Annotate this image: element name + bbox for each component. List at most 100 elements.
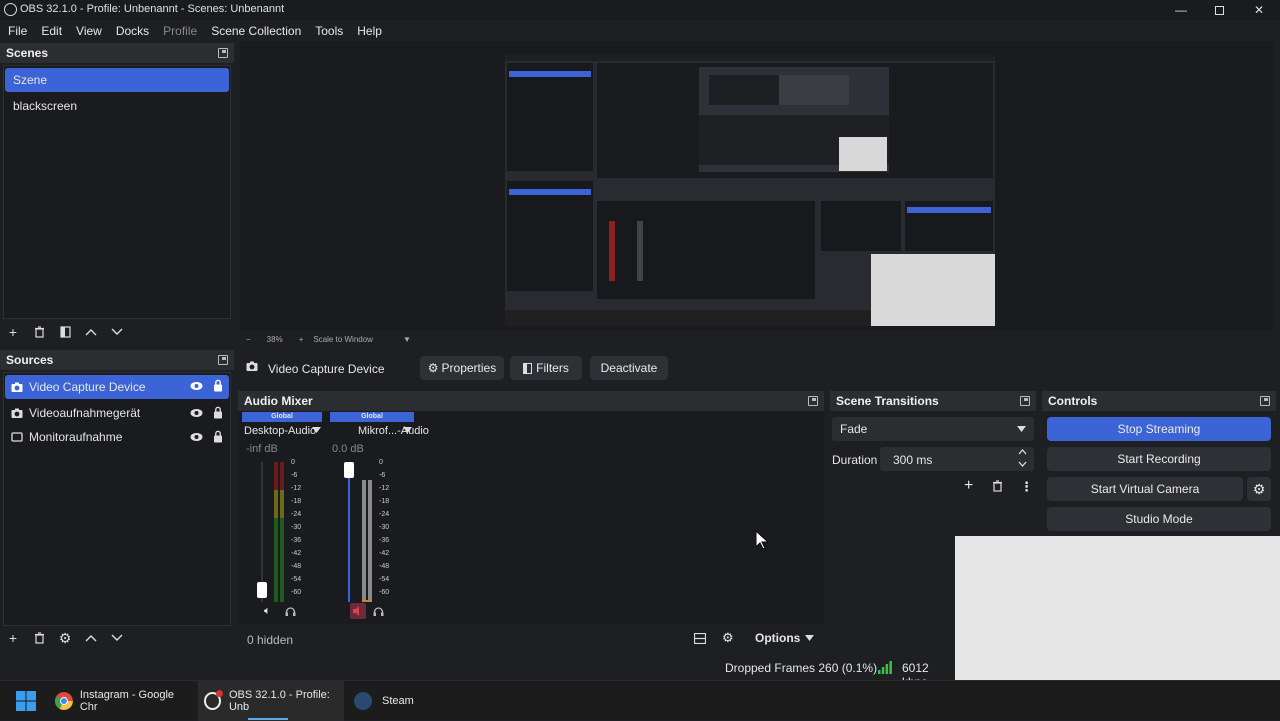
menu-docks[interactable]: Docks <box>116 24 149 38</box>
lock-icon[interactable] <box>213 430 223 443</box>
menu-view[interactable]: View <box>76 24 102 38</box>
muted-speaker-icon[interactable] <box>350 603 366 619</box>
gear-icon[interactable]: ⚙ <box>52 627 78 649</box>
undock-icon[interactable] <box>1260 396 1270 406</box>
layout-icon[interactable] <box>694 633 706 644</box>
trash-icon[interactable] <box>26 627 52 649</box>
studio-mode-button[interactable]: Studio Mode <box>1047 507 1271 531</box>
mixer-footer: 0 hidden ⚙ Options <box>238 625 824 653</box>
audio-mixer-dock: Audio Mixer Global Desktop-Audio -inf dB… <box>238 391 824 653</box>
lock-icon[interactable] <box>213 406 223 419</box>
start-button[interactable] <box>16 681 36 721</box>
sources-dock: Sources Video Capture Device Videoaufnah… <box>0 350 234 652</box>
gear-icon: ⚙ <box>1252 480 1266 497</box>
deactivate-button[interactable]: Deactivate <box>590 356 668 380</box>
options-button[interactable]: Options <box>755 631 815 645</box>
lock-icon[interactable] <box>213 379 223 392</box>
taskbar-steam[interactable]: Steam <box>354 681 424 721</box>
zoom-out-icon[interactable]: − <box>246 335 251 344</box>
duration-label: Duration <box>832 453 878 467</box>
chevron-down-icon[interactable] <box>1018 461 1027 467</box>
volume-slider[interactable] <box>257 462 267 602</box>
camera-icon <box>11 408 23 419</box>
close-icon[interactable]: ✕ <box>1240 0 1278 20</box>
menu-help[interactable]: Help <box>357 24 382 38</box>
headphones-icon[interactable] <box>373 606 384 617</box>
menu-tools[interactable]: Tools <box>315 24 343 38</box>
speaker-icon[interactable]: 🔈︎ <box>264 605 271 618</box>
controls-dock: Controls Stop Streaming Start Recording … <box>1042 391 1276 541</box>
trash-icon[interactable] <box>992 480 1003 492</box>
menu-profile[interactable]: Profile <box>163 24 197 38</box>
move-down-icon[interactable] <box>104 321 130 343</box>
minimize-icon[interactable]: — <box>1162 0 1200 20</box>
menu-file[interactable]: File <box>8 24 27 38</box>
zoom-in-icon[interactable]: + <box>299 335 304 344</box>
taskbar-obs[interactable]: OBS 32.1.0 - Profile: Unb <box>198 681 344 721</box>
add-icon[interactable]: + <box>964 477 973 495</box>
transition-select[interactable]: Fade <box>832 417 1034 441</box>
filter-icon[interactable] <box>52 321 78 343</box>
move-up-icon[interactable] <box>78 321 104 343</box>
chevron-down-icon <box>805 635 815 641</box>
options-label: Options <box>755 631 801 645</box>
taskbar-label: Steam <box>382 695 414 707</box>
headphones-icon[interactable] <box>285 606 296 617</box>
start-recording-button[interactable]: Start Recording <box>1047 447 1271 471</box>
chrome-icon <box>54 692 73 710</box>
zoom-level: 38% <box>266 334 283 344</box>
status-bar: Dropped Frames 260 (0.1%) 6012 kbps <box>0 656 955 689</box>
monitor-icon <box>11 431 23 443</box>
mouse-cursor <box>756 531 769 550</box>
start-virtual-camera-button[interactable]: Start Virtual Camera <box>1047 477 1243 501</box>
chevron-down-icon[interactable] <box>403 427 412 433</box>
scene-item-szene[interactable]: Szene <box>5 68 229 92</box>
maximize-icon[interactable] <box>1200 0 1238 20</box>
controls-title: Controls <box>1048 394 1098 408</box>
eye-icon[interactable] <box>190 432 203 442</box>
undock-icon[interactable] <box>1020 396 1030 406</box>
undock-icon[interactable] <box>808 396 818 406</box>
scenes-title: Scenes <box>6 46 49 60</box>
source-item-video-capture[interactable]: Video Capture Device <box>5 375 229 399</box>
stop-streaming-button[interactable]: Stop Streaming <box>1047 417 1271 441</box>
scenes-dock: Scenes Szene blackscreen + <box>0 43 234 345</box>
add-icon[interactable]: + <box>0 321 26 343</box>
filters-button[interactable]: Filters <box>510 356 582 380</box>
scene-transitions-title: Scene Transitions <box>836 394 939 408</box>
hidden-count: 0 hidden <box>247 633 294 647</box>
trash-icon[interactable] <box>26 321 52 343</box>
mixer-area: Global Desktop-Audio -inf dB 0 -6 -12 -1… <box>238 411 824 624</box>
more-options-icon[interactable]: ⋮ <box>1020 479 1033 495</box>
add-icon[interactable]: + <box>0 627 26 649</box>
gear-icon[interactable]: ⚙ <box>722 630 734 646</box>
channel-level: -inf dB <box>246 443 278 455</box>
taskbar-label: Instagram - Google Chr <box>79 689 175 713</box>
eye-icon[interactable] <box>190 381 203 391</box>
channel-name: Desktop-Audio <box>244 425 317 437</box>
duration-input[interactable]: 300 ms <box>880 447 1034 471</box>
channel-badge: Global <box>242 412 322 422</box>
chevron-up-icon[interactable] <box>1018 449 1027 455</box>
undock-icon[interactable] <box>218 355 228 365</box>
menu-scene-collection[interactable]: Scene Collection <box>211 24 301 38</box>
virtual-camera-settings-button[interactable]: ⚙ <box>1247 477 1271 501</box>
preview-canvas[interactable] <box>505 46 995 326</box>
move-down-icon[interactable] <box>104 627 130 649</box>
taskbar-chrome[interactable]: Instagram - Google Chr <box>54 681 194 721</box>
gear-icon: ⚙ <box>427 361 439 375</box>
eye-icon[interactable] <box>190 408 203 418</box>
source-item-monitoraufnahme[interactable]: Monitoraufnahme <box>5 425 229 449</box>
menu-edit[interactable]: Edit <box>41 24 62 38</box>
undock-icon[interactable] <box>218 48 228 58</box>
scene-transitions-header: Scene Transitions <box>830 391 1036 411</box>
window-title: OBS 32.1.0 - Profile: Unbenannt - Scenes… <box>20 3 285 15</box>
scene-item-blackscreen[interactable]: blackscreen <box>5 94 229 118</box>
properties-button[interactable]: ⚙ Properties <box>420 356 504 380</box>
volume-slider[interactable] <box>344 462 354 602</box>
move-up-icon[interactable] <box>78 627 104 649</box>
source-item-videoaufnahmegeraet[interactable]: Videoaufnahmegerät <box>5 401 229 425</box>
chevron-down-icon[interactable]: ▼ <box>403 335 411 344</box>
chevron-down-icon[interactable] <box>312 427 321 433</box>
scale-mode-select[interactable]: Scale to Window <box>313 335 373 344</box>
